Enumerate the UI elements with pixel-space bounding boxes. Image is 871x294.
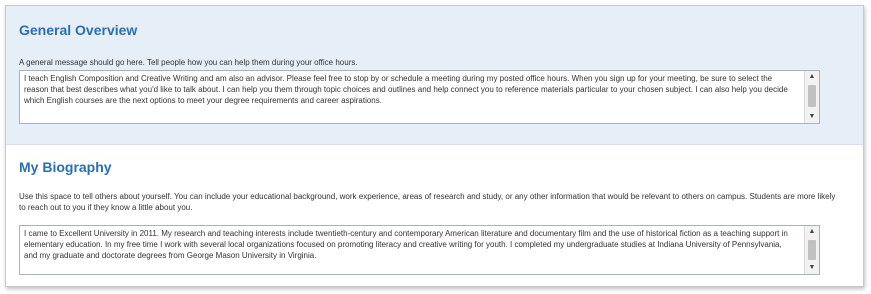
scroll-down-arrow-icon[interactable]: ▼	[805, 263, 819, 273]
my-biography-heading: My Biography	[19, 159, 112, 175]
general-overview-text: I teach English Composition and Creative…	[24, 74, 788, 105]
general-overview-scroll-thumb[interactable]	[808, 85, 816, 107]
scroll-up-arrow-icon[interactable]: ▲	[805, 72, 819, 82]
my-biography-section: My Biography Use this space to tell othe…	[6, 145, 863, 286]
scroll-down-arrow-icon[interactable]: ▼	[805, 112, 819, 122]
my-biography-textarea[interactable]: I came to Excellent University in 2011. …	[19, 225, 820, 275]
general-overview-scrollbar[interactable]: ▲ ▼	[804, 71, 819, 123]
my-biography-scroll-thumb[interactable]	[808, 240, 816, 260]
general-overview-textarea[interactable]: I teach English Composition and Creative…	[19, 70, 820, 124]
general-overview-section: General Overview A general message shoul…	[6, 6, 863, 145]
profile-panel: General Overview A general message shoul…	[5, 5, 864, 287]
scroll-up-arrow-icon[interactable]: ▲	[805, 227, 819, 237]
general-overview-description: A general message should go here. Tell p…	[19, 58, 358, 67]
my-biography-description: Use this space to tell others about your…	[19, 192, 836, 212]
my-biography-text: I came to Excellent University in 2011. …	[24, 229, 788, 260]
general-overview-heading: General Overview	[19, 22, 138, 38]
my-biography-scrollbar[interactable]: ▲ ▼	[804, 226, 819, 274]
